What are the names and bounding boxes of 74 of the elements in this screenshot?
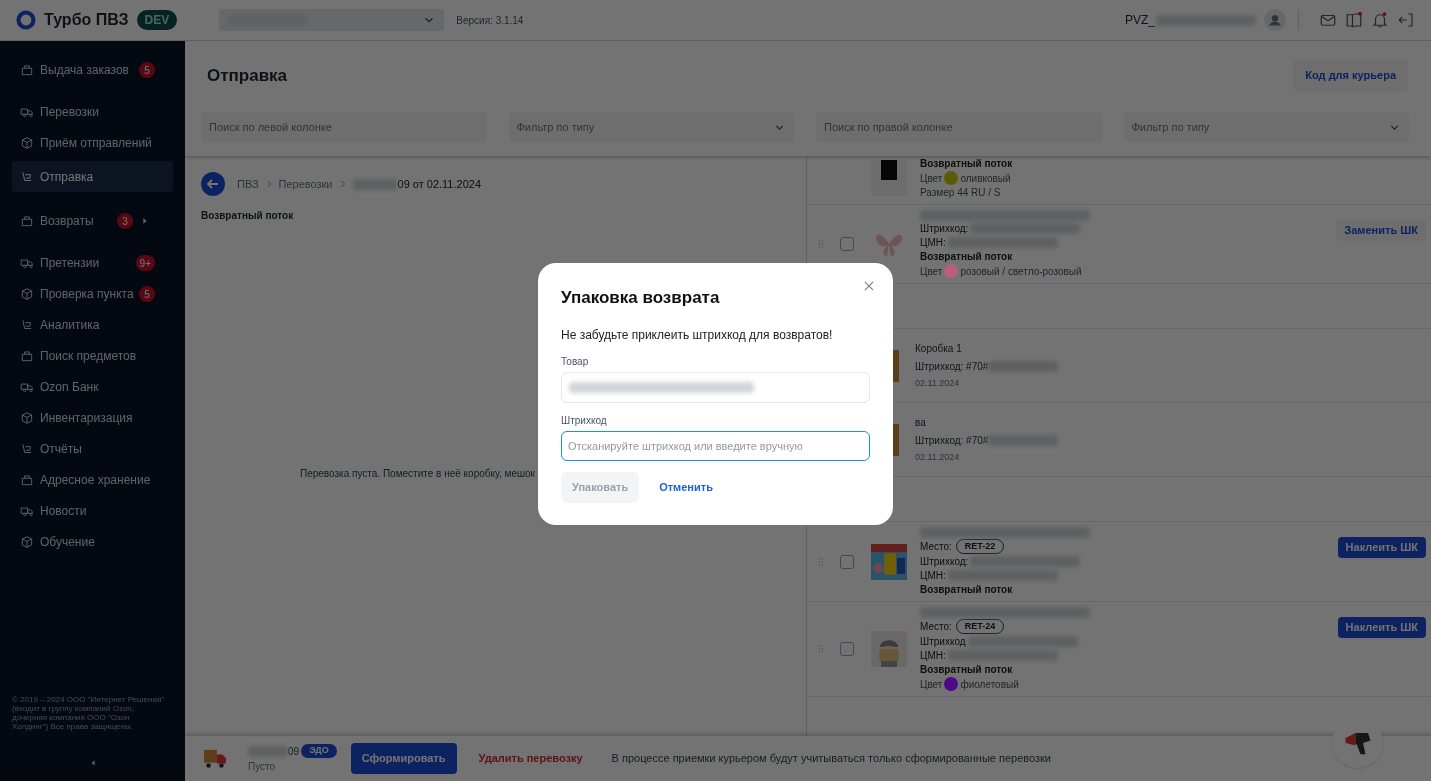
box-title: ва <box>915 415 927 430</box>
sidebar-item[interactable]: Новости <box>12 498 173 524</box>
flow-label: Возвратный поток <box>920 250 1014 263</box>
cancel-link[interactable]: Отменить <box>659 478 713 496</box>
sidebar-item[interactable]: Отчёты <box>12 436 173 462</box>
sidebar-item[interactable]: Возвраты 3 <box>12 208 173 234</box>
count-badge: 3 <box>117 213 133 229</box>
type-filter-select[interactable]: Фильтр по типу <box>508 112 794 142</box>
sidebar-item[interactable]: Приём отправлений <box>12 130 173 156</box>
empty-shipment-text: Перевозка пуста. Поместите в неё коробку, мешок <box>299 467 536 481</box>
size-text: Размер 44 RU / S <box>920 186 1002 199</box>
barcode-label: Штрихкод: #70# <box>915 359 989 374</box>
replace-barcode-button[interactable]: Заменить ШК <box>1336 220 1426 241</box>
sidebar-item[interactable]: Перевозки <box>12 99 173 125</box>
dialog-title: Упаковка возврата <box>561 287 721 309</box>
sidebar-item[interactable]: Инвентаризация <box>12 405 173 431</box>
color-value: розовый / светло-розовый <box>960 264 1082 278</box>
field-label: ЦМН: <box>920 236 946 249</box>
color-label: Цвет <box>920 677 943 691</box>
sidebar-item[interactable]: Поиск предметов <box>12 343 173 369</box>
search-field[interactable]: Поиск по правой колонке <box>816 112 1102 142</box>
courier-code-button[interactable]: Код для курьера <box>1293 60 1408 91</box>
color-label: Цвет <box>920 171 943 185</box>
box-date: 02.11.2024 <box>915 450 961 464</box>
color-label: Цвет <box>920 264 943 278</box>
app-name: Турбо ПВЗ <box>44 10 129 30</box>
field-label: Штрихкод <box>561 413 608 428</box>
breadcrumb-current: 09 от 02.11.2024 <box>397 176 481 192</box>
sidebar-item[interactable]: Ozon Банк <box>12 374 173 400</box>
edo-badge: ЭДО <box>301 744 337 758</box>
apply-barcode-button[interactable]: Наклеить ШК <box>1337 537 1426 558</box>
shipment-status: Пусто <box>248 759 277 774</box>
count-badge: 5 <box>139 62 155 78</box>
flow-label: Возвратный поток <box>920 583 1014 596</box>
flow-label: Возвратный поток <box>920 663 1014 676</box>
count-badge: 5 <box>139 286 155 302</box>
place-label: Место: <box>920 620 952 633</box>
field-label: Штрихкод <box>920 635 966 648</box>
dialog-message: Не забудьте приклеить штрихкод для возвратов! <box>561 326 834 344</box>
sidebar-item[interactable]: Аналитика <box>12 312 173 338</box>
version-text: Версия: 3.1.14 <box>456 13 524 28</box>
box-title: Коробка 1 <box>915 341 963 356</box>
type-filter-select[interactable]: Фильтр по типу <box>1123 112 1409 142</box>
field-label: Штрихкод: <box>920 222 969 235</box>
color-value: фиолетовый <box>960 677 1019 691</box>
field-label: ЦМН: <box>920 649 946 662</box>
env-badge: DEV <box>136 10 178 30</box>
page-title: Отправка <box>207 64 288 87</box>
flow-label: Возвратный поток <box>201 209 295 223</box>
field-label: Штрихкод: <box>920 555 969 568</box>
sidebar-item[interactable]: Адресное хранение <box>12 467 173 493</box>
color-value: оливковый <box>960 171 1011 185</box>
sidebar-item[interactable]: Обучение <box>12 529 173 555</box>
sidebar-item[interactable]: Проверка пункта 5 <box>12 281 173 307</box>
search-field[interactable]: Поиск по левой колонке <box>201 112 487 142</box>
barcode-input[interactable]: Отсканируйте штрихкод или введите вручную <box>561 430 870 461</box>
flow-label: Возвратный поток <box>920 157 1013 170</box>
form-shipment-button[interactable]: Сформировать <box>350 743 457 774</box>
apply-barcode-button[interactable]: Наклеить ШК <box>1337 617 1426 638</box>
barcode-label: Штрихкод: #70# <box>915 433 989 448</box>
count-badge: 9+ <box>135 255 155 271</box>
breadcrumb-link[interactable]: ПВЗ <box>237 175 259 193</box>
sidebar-item[interactable]: Отправка <box>12 161 173 192</box>
shipment-number: 09 <box>288 744 300 759</box>
sidebar-item[interactable]: Претензии 9+ <box>12 250 173 276</box>
field-label: Товар <box>561 354 590 369</box>
place-label: Место: <box>920 540 952 553</box>
info-text: В процессе приемки курьером будут учитываться только сформированные перевозки <box>611 751 1051 767</box>
field-label: ЦМН: <box>920 569 946 582</box>
box-date: 02.11.2024 <box>915 376 961 390</box>
delete-shipment-link[interactable]: Удалить перевозку <box>478 750 583 767</box>
sidebar-item[interactable]: Выдача заказов 5 <box>12 57 173 83</box>
user-name: PVZ_ <box>1125 12 1155 29</box>
breadcrumb-link[interactable]: Перевозки <box>278 175 333 193</box>
